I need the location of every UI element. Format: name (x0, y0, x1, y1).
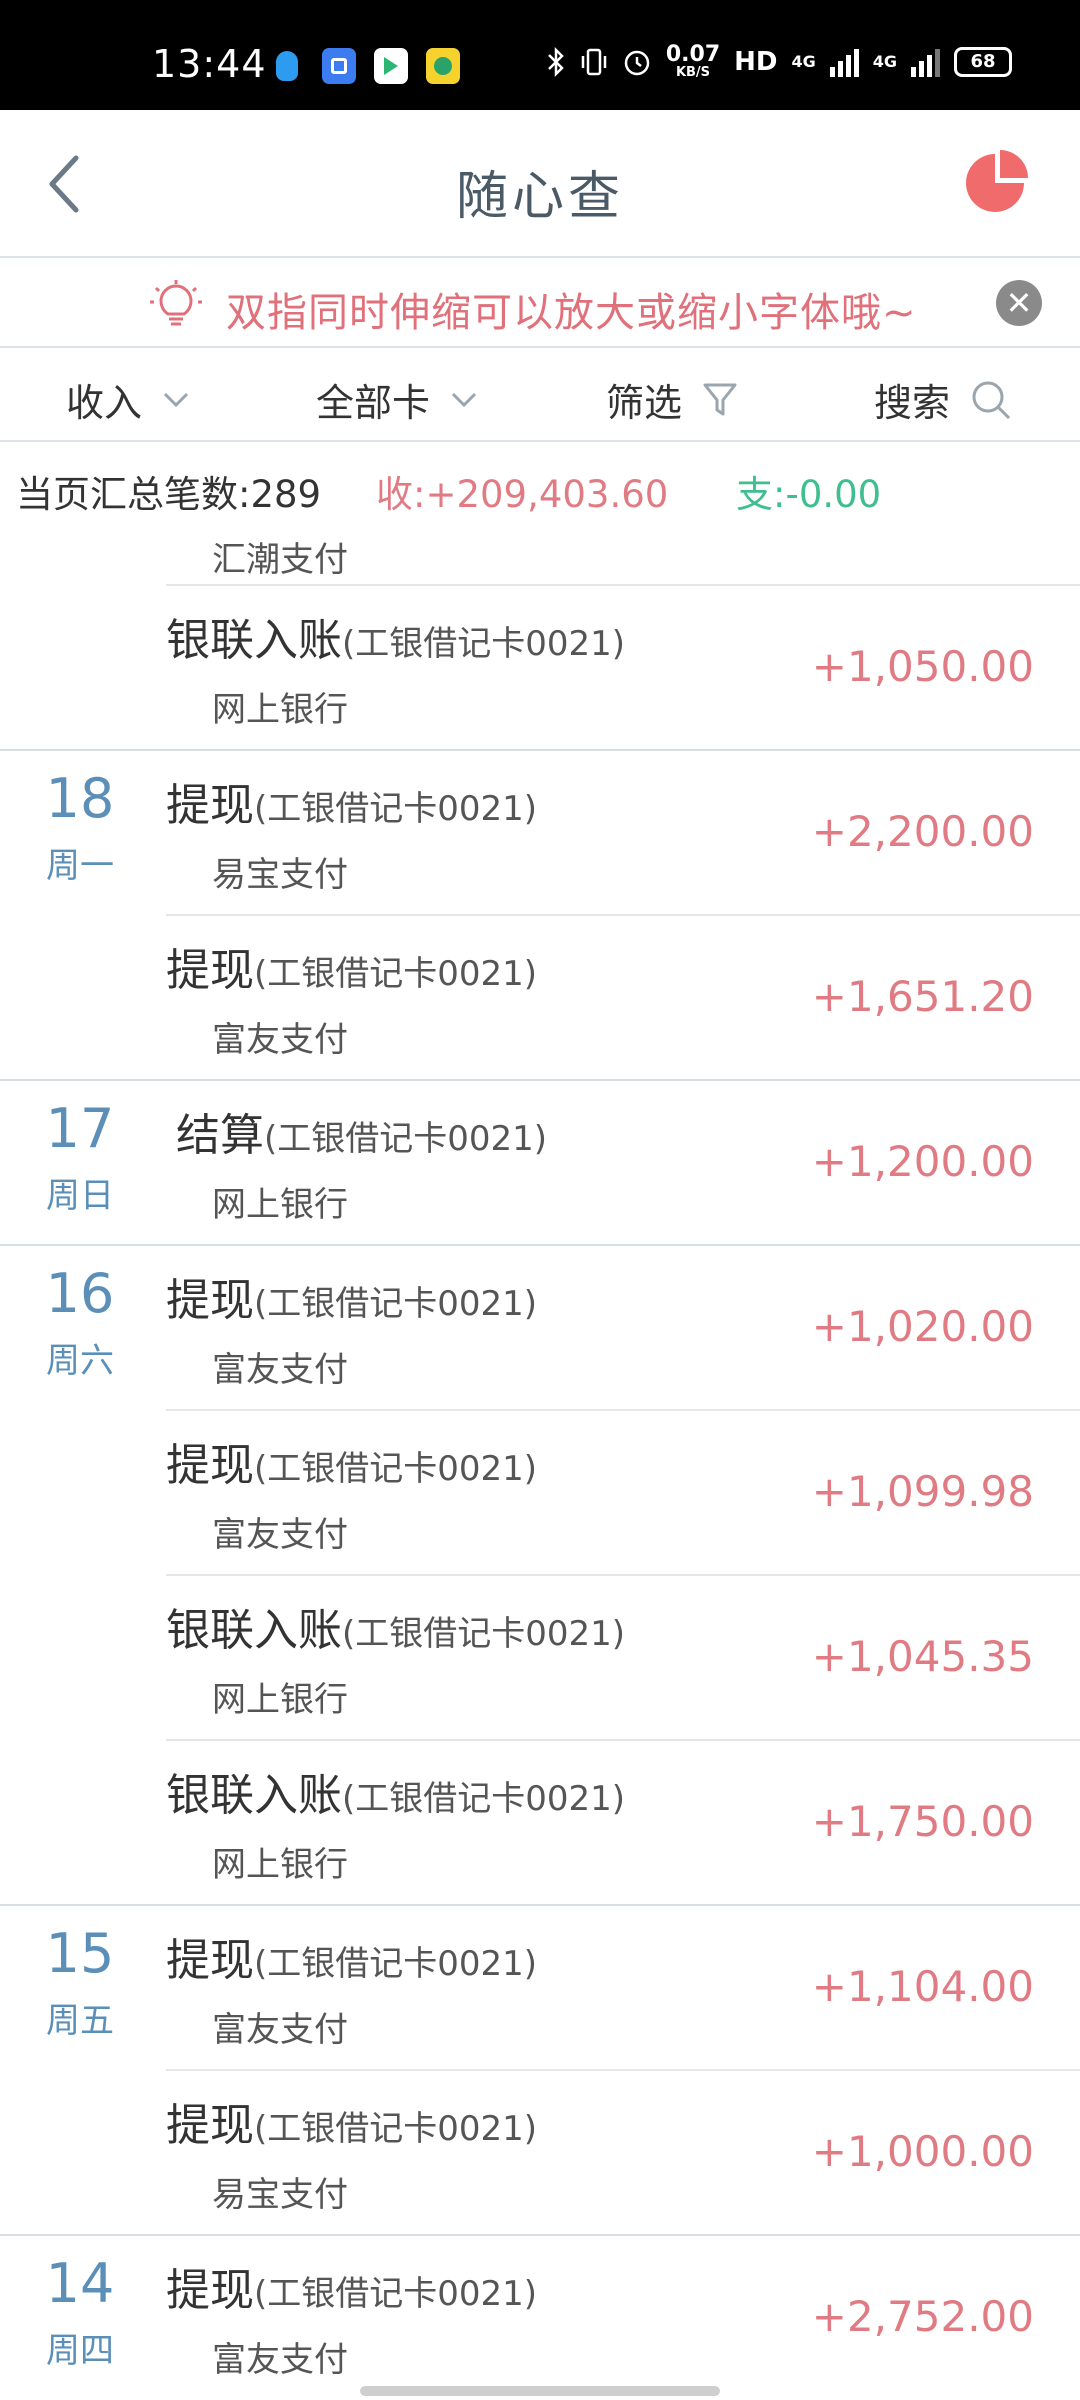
list-item[interactable]: 18 周一 提现(工银借记卡0021) 易宝支付 +2,200.00 (0, 751, 1080, 916)
page-title: 随心查 (455, 167, 624, 227)
list-item[interactable]: 16 周六 提现(工银借记卡0021) 富友支付 +1,020.00 (0, 1246, 1080, 1411)
alarm-icon (624, 50, 650, 75)
filter-bar: 收入 全部卡 筛选 搜索 (0, 350, 1080, 442)
net-type-1: 4G (791, 52, 816, 71)
list-item[interactable]: 银联入账(工银借记卡0021) 网上银行 +1,045.35 (0, 1576, 1080, 1741)
list-item[interactable]: 15 周五 提现(工银借记卡0021) 富友支付 +1,104.00 (0, 1906, 1080, 2071)
signal-icon (829, 47, 859, 77)
transaction-channel: 网上银行 (212, 1845, 348, 1885)
transaction-title: 提现(工银借记卡0021) (166, 1440, 538, 1491)
search-icon (972, 381, 1011, 419)
pie-chart-icon[interactable] (960, 148, 1030, 218)
qq-icon (270, 48, 304, 84)
list-item[interactable]: 14 周四 提现(工银借记卡0021) 富友支付 +2,752.00 (0, 2236, 1080, 2400)
close-icon[interactable]: ✕ (996, 280, 1042, 326)
status-bar: 13:44 0.07 KB/S HD 4G 4G 68 (0, 0, 1080, 110)
status-indicators: 0.07 KB/S HD 4G 4G 68 (546, 44, 1012, 79)
list-item[interactable]: 银联入账(工银借记卡0021) 网上银行 +1,750.00 (0, 1741, 1080, 1906)
signal-icon-2 (911, 47, 940, 77)
transaction-amount: +1,020.00 (811, 1302, 1034, 1351)
transaction-title: 提现(工银借记卡0021) (166, 780, 538, 831)
search-button[interactable]: 搜索 (874, 372, 1012, 427)
lightbulb-icon (150, 280, 202, 326)
status-time: 13:44 (152, 42, 267, 86)
vibrate-icon (581, 48, 607, 75)
transaction-title: 银联入账(工银借记卡0021) (166, 615, 626, 666)
transaction-list: 汇潮支付 银联入账(工银借记卡0021) 网上银行 +1,050.00 18 周一… (0, 526, 1080, 2400)
transaction-channel: 易宝支付 (212, 855, 348, 895)
tip-bar: 双指同时伸缩可以放大或缩小字体哦~ ✕ (0, 260, 1080, 348)
list-item[interactable]: 银联入账(工银借记卡0021) 网上银行 +1,050.00 (0, 586, 1080, 751)
transaction-title: 提现(工银借记卡0021) (166, 945, 538, 996)
summary-income: 收:+209,403.60 (376, 473, 669, 516)
transaction-title: 提现(工银借记卡0021) (166, 2100, 538, 2151)
home-indicator[interactable] (360, 2386, 720, 2396)
transaction-channel: 汇潮支付 (212, 540, 348, 580)
income-dropdown[interactable]: 收入 (66, 372, 190, 427)
card-dropdown[interactable]: 全部卡 (316, 372, 478, 427)
bluetooth-icon (547, 46, 564, 77)
chevron-down-icon (163, 392, 189, 407)
chevron-down-icon (451, 392, 477, 407)
list-item[interactable]: 提现(工银借记卡0021) 富友支付 +1,099.98 (0, 1411, 1080, 1576)
transaction-amount: +1,200.00 (811, 1137, 1034, 1186)
filter-button[interactable]: 筛选 (606, 372, 738, 427)
transaction-channel: 网上银行 (212, 690, 348, 730)
transaction-channel: 富友支付 (212, 1350, 348, 1390)
music-app-icon (426, 48, 460, 84)
transaction-title: 银联入账(工银借记卡0021) (166, 1770, 626, 1821)
transaction-amount: +2,752.00 (811, 2292, 1034, 2341)
transaction-channel: 富友支付 (212, 2010, 348, 2050)
battery-icon: 68 (954, 46, 1012, 77)
transaction-amount: +2,200.00 (811, 807, 1034, 856)
transaction-amount: +1,045.35 (811, 1632, 1034, 1681)
search-label: 搜索 (874, 381, 951, 425)
transaction-channel: 富友支付 (212, 1515, 348, 1555)
transaction-amount: +1,750.00 (811, 1797, 1034, 1846)
filter-label: 筛选 (606, 381, 683, 425)
transaction-title: 提现(工银借记卡0021) (166, 1275, 538, 1326)
transaction-title: 提现(工银借记卡0021) (166, 2265, 538, 2316)
tip-text: 双指同时伸缩可以放大或缩小字体哦~ (226, 290, 917, 336)
date-label: 17 周日 (45, 1097, 115, 1216)
funnel-icon (703, 383, 737, 415)
transaction-title: 提现(工银借记卡0021) (166, 1935, 538, 1986)
date-label: 14 周四 (45, 2252, 115, 2371)
transaction-channel: 富友支付 (212, 1020, 348, 1060)
app-header: 随心查 (0, 110, 1080, 258)
transaction-channel: 富友支付 (212, 2340, 348, 2380)
transaction-title: 银联入账(工银借记卡0021) (166, 1605, 626, 1656)
list-item[interactable]: 提现(工银借记卡0021) 易宝支付 +1,000.00 (0, 2071, 1080, 2236)
summary-count: 当页汇总笔数:289 (16, 473, 322, 516)
status-app-icons (270, 48, 460, 84)
transaction-amount: +1,651.20 (811, 972, 1034, 1021)
income-dropdown-label: 收入 (66, 381, 143, 425)
video-app-icon (374, 48, 408, 84)
list-item[interactable]: 汇潮支付 (0, 526, 1080, 586)
transaction-amount: +1,000.00 (811, 2127, 1034, 2176)
hd-label: HD (734, 46, 778, 77)
transaction-amount: +1,050.00 (811, 642, 1034, 691)
card-dropdown-label: 全部卡 (316, 381, 431, 425)
list-item[interactable]: 提现(工银借记卡0021) 富友支付 +1,651.20 (0, 916, 1080, 1081)
list-item[interactable]: 17 周日 结算(工银借记卡0021) 网上银行 +1,200.00 (0, 1081, 1080, 1246)
summary-expense: 支:-0.00 (736, 473, 882, 516)
summary-bar: 当页汇总笔数:289 收:+209,403.60 支:-0.00 (0, 446, 1080, 526)
transaction-amount: +1,099.98 (811, 1467, 1034, 1516)
net-speed: 0.07 KB/S (665, 42, 721, 80)
transaction-channel: 网上银行 (212, 1185, 348, 1225)
transaction-channel: 易宝支付 (212, 2175, 348, 2215)
date-label: 16 周六 (45, 1262, 115, 1381)
app-blue-icon (322, 48, 356, 84)
date-label: 18 周一 (45, 767, 115, 886)
date-label: 15 周五 (45, 1922, 115, 2041)
transaction-channel: 网上银行 (212, 1680, 348, 1720)
transaction-title: 结算(工银借记卡0021) (176, 1110, 548, 1161)
net-type-2: 4G (872, 52, 897, 71)
transaction-amount: +1,104.00 (811, 1962, 1034, 2011)
